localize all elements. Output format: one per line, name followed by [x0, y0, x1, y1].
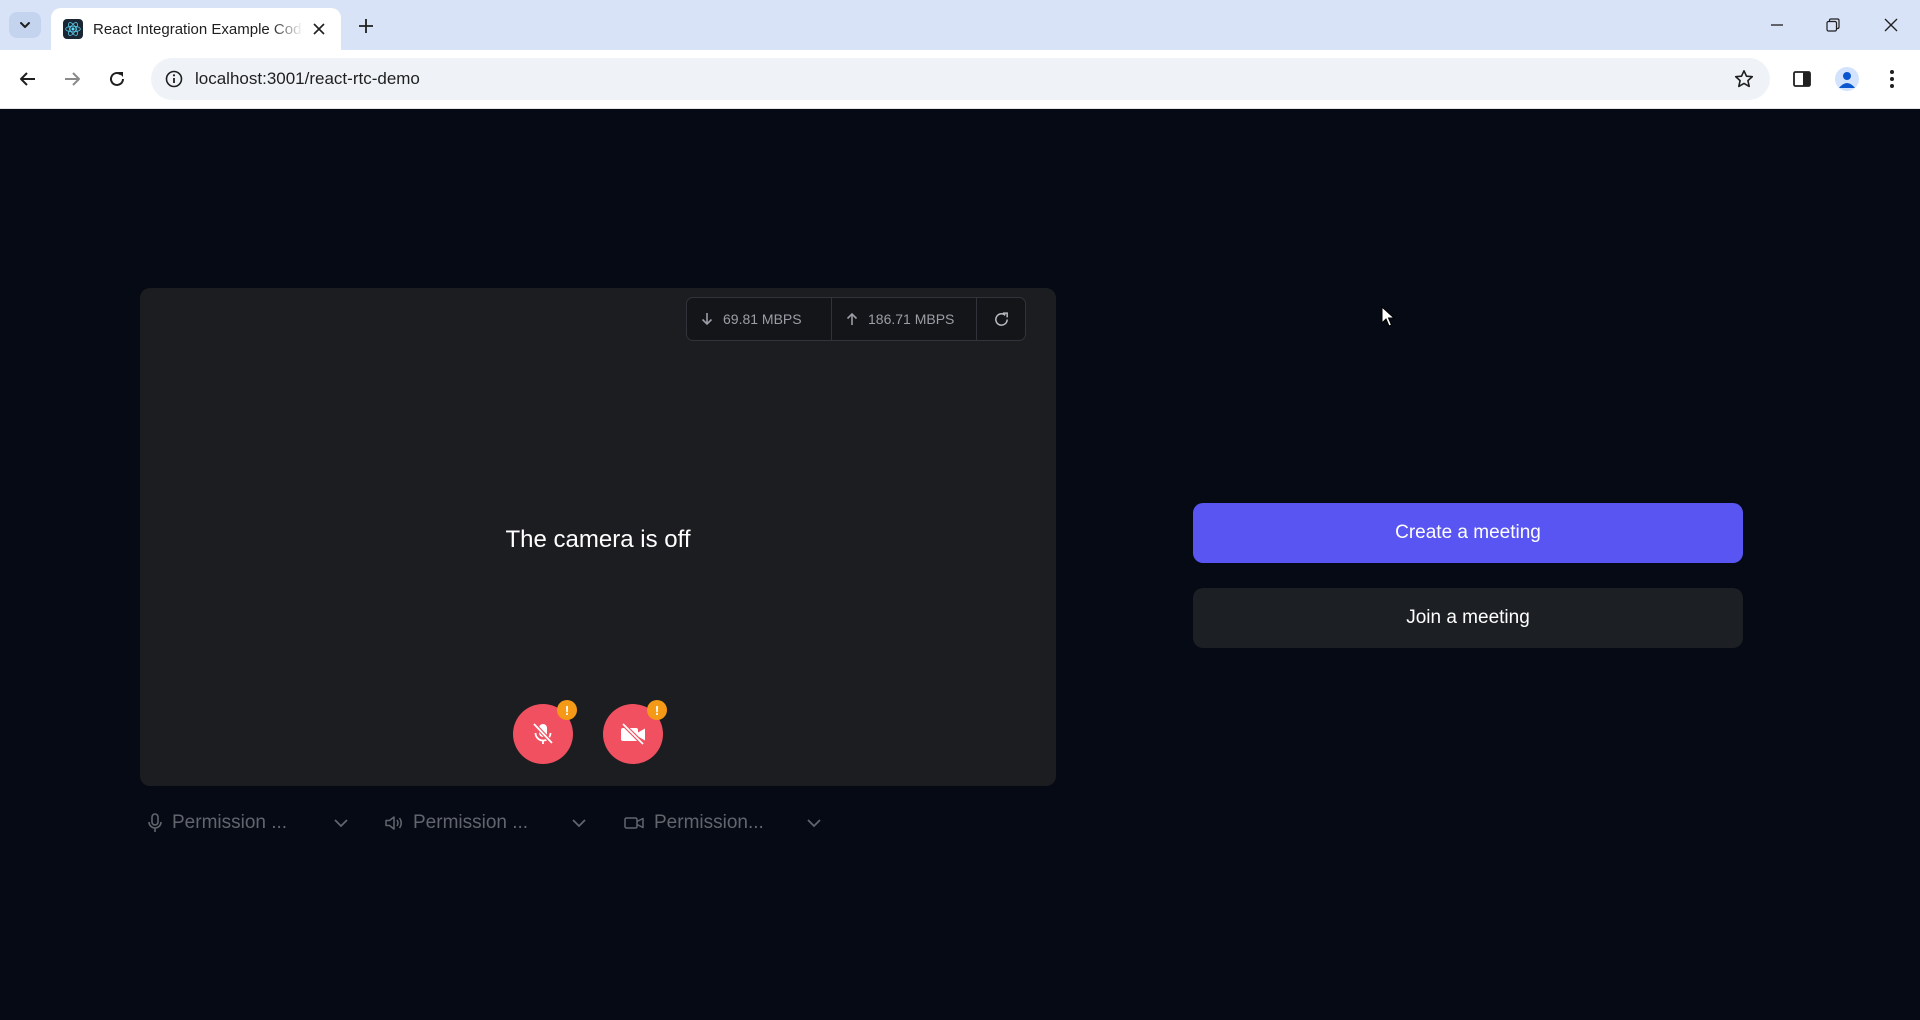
restore-icon [1826, 18, 1840, 32]
video-camera-icon [624, 817, 644, 829]
arrow-down-icon [701, 313, 713, 326]
reload-button[interactable] [101, 63, 133, 95]
upload-speed-value: 186.71 MBPS [868, 311, 955, 327]
speaker-icon [385, 816, 402, 830]
more-menu-icon [1890, 70, 1894, 88]
tab-close-button[interactable] [309, 19, 329, 39]
mic-toggle-button[interactable]: ! [513, 700, 577, 764]
forward-arrow-icon [65, 72, 80, 86]
video-preview: 69.81 MBPS 186.71 MBPS The camera is off… [140, 288, 1056, 786]
site-info-icon [165, 70, 183, 88]
side-panel-icon [1793, 71, 1811, 87]
reload-icon [110, 71, 124, 86]
url-text: localhost:3001/react-rtc-demo [195, 69, 420, 88]
minimize-icon [1771, 24, 1783, 26]
address-bar[interactable]: localhost:3001/react-rtc-demo [151, 58, 1770, 100]
profile-button[interactable] [1831, 63, 1863, 95]
chevron-down-icon [572, 819, 586, 828]
browser-toolbar: localhost:3001/react-rtc-demo [0, 50, 1920, 109]
download-speed-value: 69.81 MBPS [723, 311, 802, 327]
network-stats: 69.81 MBPS 186.71 MBPS [686, 297, 1026, 341]
mic-off-icon [532, 722, 554, 745]
forward-button[interactable] [56, 63, 88, 95]
chevron-down-icon [20, 22, 30, 28]
speaker-select-value: Permission ... [413, 812, 529, 833]
tab-title: React Integration Example Code [93, 20, 303, 38]
browser-tab-bar: React Integration Example Code [0, 0, 1920, 50]
more-menu-button[interactable] [1876, 63, 1908, 95]
new-tab-button[interactable] [352, 12, 380, 40]
close-window-button[interactable] [1875, 10, 1907, 40]
browser-tab-active[interactable]: React Integration Example Code [51, 8, 341, 50]
page-content: 69.81 MBPS 186.71 MBPS The camera is off… [0, 109, 1920, 1020]
close-window-icon [1884, 18, 1898, 32]
tab-search-button[interactable] [9, 12, 41, 38]
camera-off-icon [621, 722, 645, 746]
refresh-icon [994, 311, 1008, 326]
refresh-speed-button[interactable] [977, 298, 1025, 340]
arrow-up-icon [846, 312, 858, 325]
microphone-icon [148, 813, 162, 832]
camera-off-message: The camera is off [505, 526, 691, 553]
join-meeting-button[interactable]: Join a meeting [1193, 588, 1743, 648]
mouse-cursor-icon [1381, 306, 1395, 327]
mic-warning-badge: ! [557, 700, 577, 720]
plus-icon [359, 19, 373, 33]
camera-select-value: Permission... [654, 812, 764, 833]
camera-warning-badge: ! [647, 700, 667, 720]
microphone-select-value: Permission ... [172, 812, 288, 833]
chevron-down-icon [807, 819, 821, 828]
microphone-select[interactable]: Permission ... [148, 803, 358, 843]
create-meeting-button[interactable]: Create a meeting [1193, 503, 1743, 563]
upload-speed: 186.71 MBPS [832, 298, 977, 340]
restore-button[interactable] [1817, 10, 1849, 40]
minimize-button[interactable] [1761, 10, 1793, 40]
camera-select[interactable]: Permission... [624, 803, 834, 843]
chevron-down-icon [334, 819, 348, 828]
profile-icon [1835, 67, 1859, 91]
bookmark-button[interactable] [1732, 67, 1756, 91]
back-button[interactable] [12, 63, 44, 95]
side-panel-button[interactable] [1786, 63, 1818, 95]
speaker-select[interactable]: Permission ... [385, 803, 595, 843]
back-arrow-icon [20, 72, 35, 86]
close-icon [313, 23, 325, 35]
download-speed: 69.81 MBPS [687, 298, 832, 340]
bookmark-star-icon [1734, 70, 1754, 88]
camera-toggle-button[interactable]: ! [603, 700, 667, 764]
react-logo-icon [63, 19, 83, 39]
